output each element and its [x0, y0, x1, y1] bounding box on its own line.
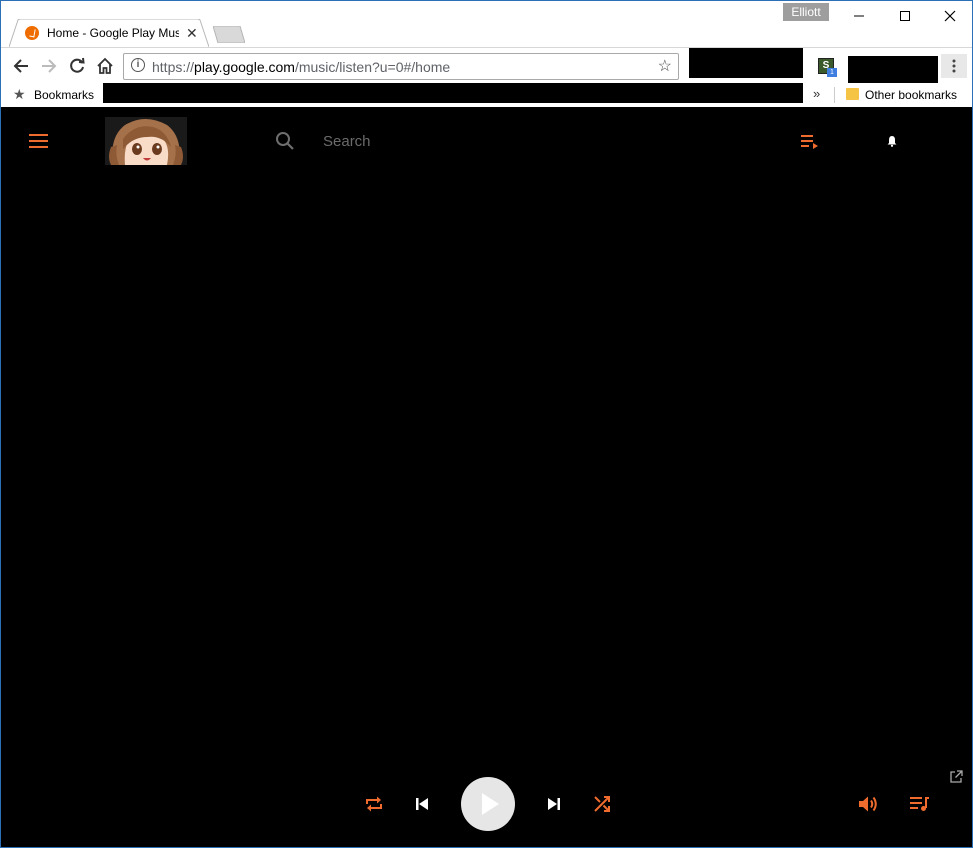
bookmarks-overflow-button[interactable]: »	[813, 86, 820, 101]
browser-tab[interactable]: Home - Google Play Music ✕	[9, 19, 209, 47]
tab-close-icon[interactable]: ✕	[186, 25, 198, 42]
home-button[interactable]	[93, 54, 117, 78]
close-window-button[interactable]	[927, 1, 972, 31]
play-music-app	[1, 107, 972, 847]
bookmarks-star-icon: ★	[13, 86, 26, 102]
browser-window: Elliott Home - Google Play Music ✕ i htt…	[0, 0, 973, 848]
bookmarks-bar: ★ Bookmarks » Other bookmarks	[1, 83, 972, 107]
avatar[interactable]	[105, 117, 187, 165]
queue-music-button[interactable]	[909, 793, 931, 815]
back-button[interactable]	[9, 54, 33, 78]
popout-icon[interactable]	[949, 770, 963, 784]
url-path: /music/listen?u=0#/home	[294, 59, 451, 75]
new-tab-button[interactable]	[213, 26, 245, 43]
info-icon[interactable]: i	[131, 58, 145, 72]
previous-icon	[416, 798, 428, 810]
shuffle-button[interactable]	[591, 793, 613, 815]
title-bar: Elliott Home - Google Play Music ✕	[1, 1, 972, 47]
browser-toolbar: i https://play.google.com/music/listen?u…	[1, 47, 972, 84]
next-icon	[548, 798, 560, 810]
queue-icon[interactable]	[801, 134, 819, 150]
reload-icon	[70, 57, 85, 73]
maximize-button[interactable]	[882, 1, 928, 31]
menu-icon[interactable]	[29, 134, 49, 148]
minimize-button[interactable]	[836, 1, 882, 31]
maximize-icon	[900, 11, 910, 21]
redacted-area	[689, 48, 803, 78]
separator	[834, 87, 835, 103]
repeat-button[interactable]	[363, 793, 385, 815]
url-scheme: https://	[152, 59, 195, 75]
url-host: play.google.com	[194, 59, 295, 75]
tab-title: Home - Google Play Music	[47, 26, 179, 40]
repeat-icon	[366, 796, 382, 812]
folder-icon	[846, 88, 859, 100]
close-icon	[944, 10, 956, 22]
reload-button[interactable]	[65, 54, 89, 78]
search-icon[interactable]	[275, 131, 295, 151]
more-vert-icon	[952, 59, 956, 73]
profile-button[interactable]: Elliott	[783, 3, 829, 21]
music-favicon-icon	[25, 26, 39, 40]
minimize-icon	[854, 15, 864, 17]
next-button[interactable]	[543, 793, 565, 815]
volume-icon	[859, 796, 877, 812]
forward-arrow-icon	[42, 59, 57, 73]
shuffle-icon	[594, 796, 610, 812]
queue-music-icon	[910, 797, 929, 811]
browser-menu-button[interactable]	[941, 54, 967, 78]
home-icon	[97, 57, 113, 74]
previous-button[interactable]	[411, 793, 433, 815]
redacted-area	[848, 56, 938, 84]
url-text: https://play.google.com/music/listen?u=0…	[152, 59, 450, 75]
other-bookmarks-folder[interactable]: Other bookmarks	[865, 88, 957, 102]
extension-badge: 1	[827, 68, 837, 77]
search-input[interactable]	[323, 131, 723, 151]
address-bar[interactable]: i https://play.google.com/music/listen?u…	[123, 53, 679, 80]
redacted-area	[103, 83, 803, 103]
notification-bell-icon[interactable]	[887, 135, 897, 147]
bookmarks-folder[interactable]: Bookmarks	[34, 88, 94, 102]
play-icon	[482, 793, 499, 815]
play-button[interactable]	[461, 777, 515, 831]
back-arrow-icon	[13, 59, 28, 73]
bookmark-star-icon[interactable]: ☆	[658, 56, 672, 76]
volume-button[interactable]	[857, 793, 879, 815]
forward-button[interactable]	[37, 54, 61, 78]
